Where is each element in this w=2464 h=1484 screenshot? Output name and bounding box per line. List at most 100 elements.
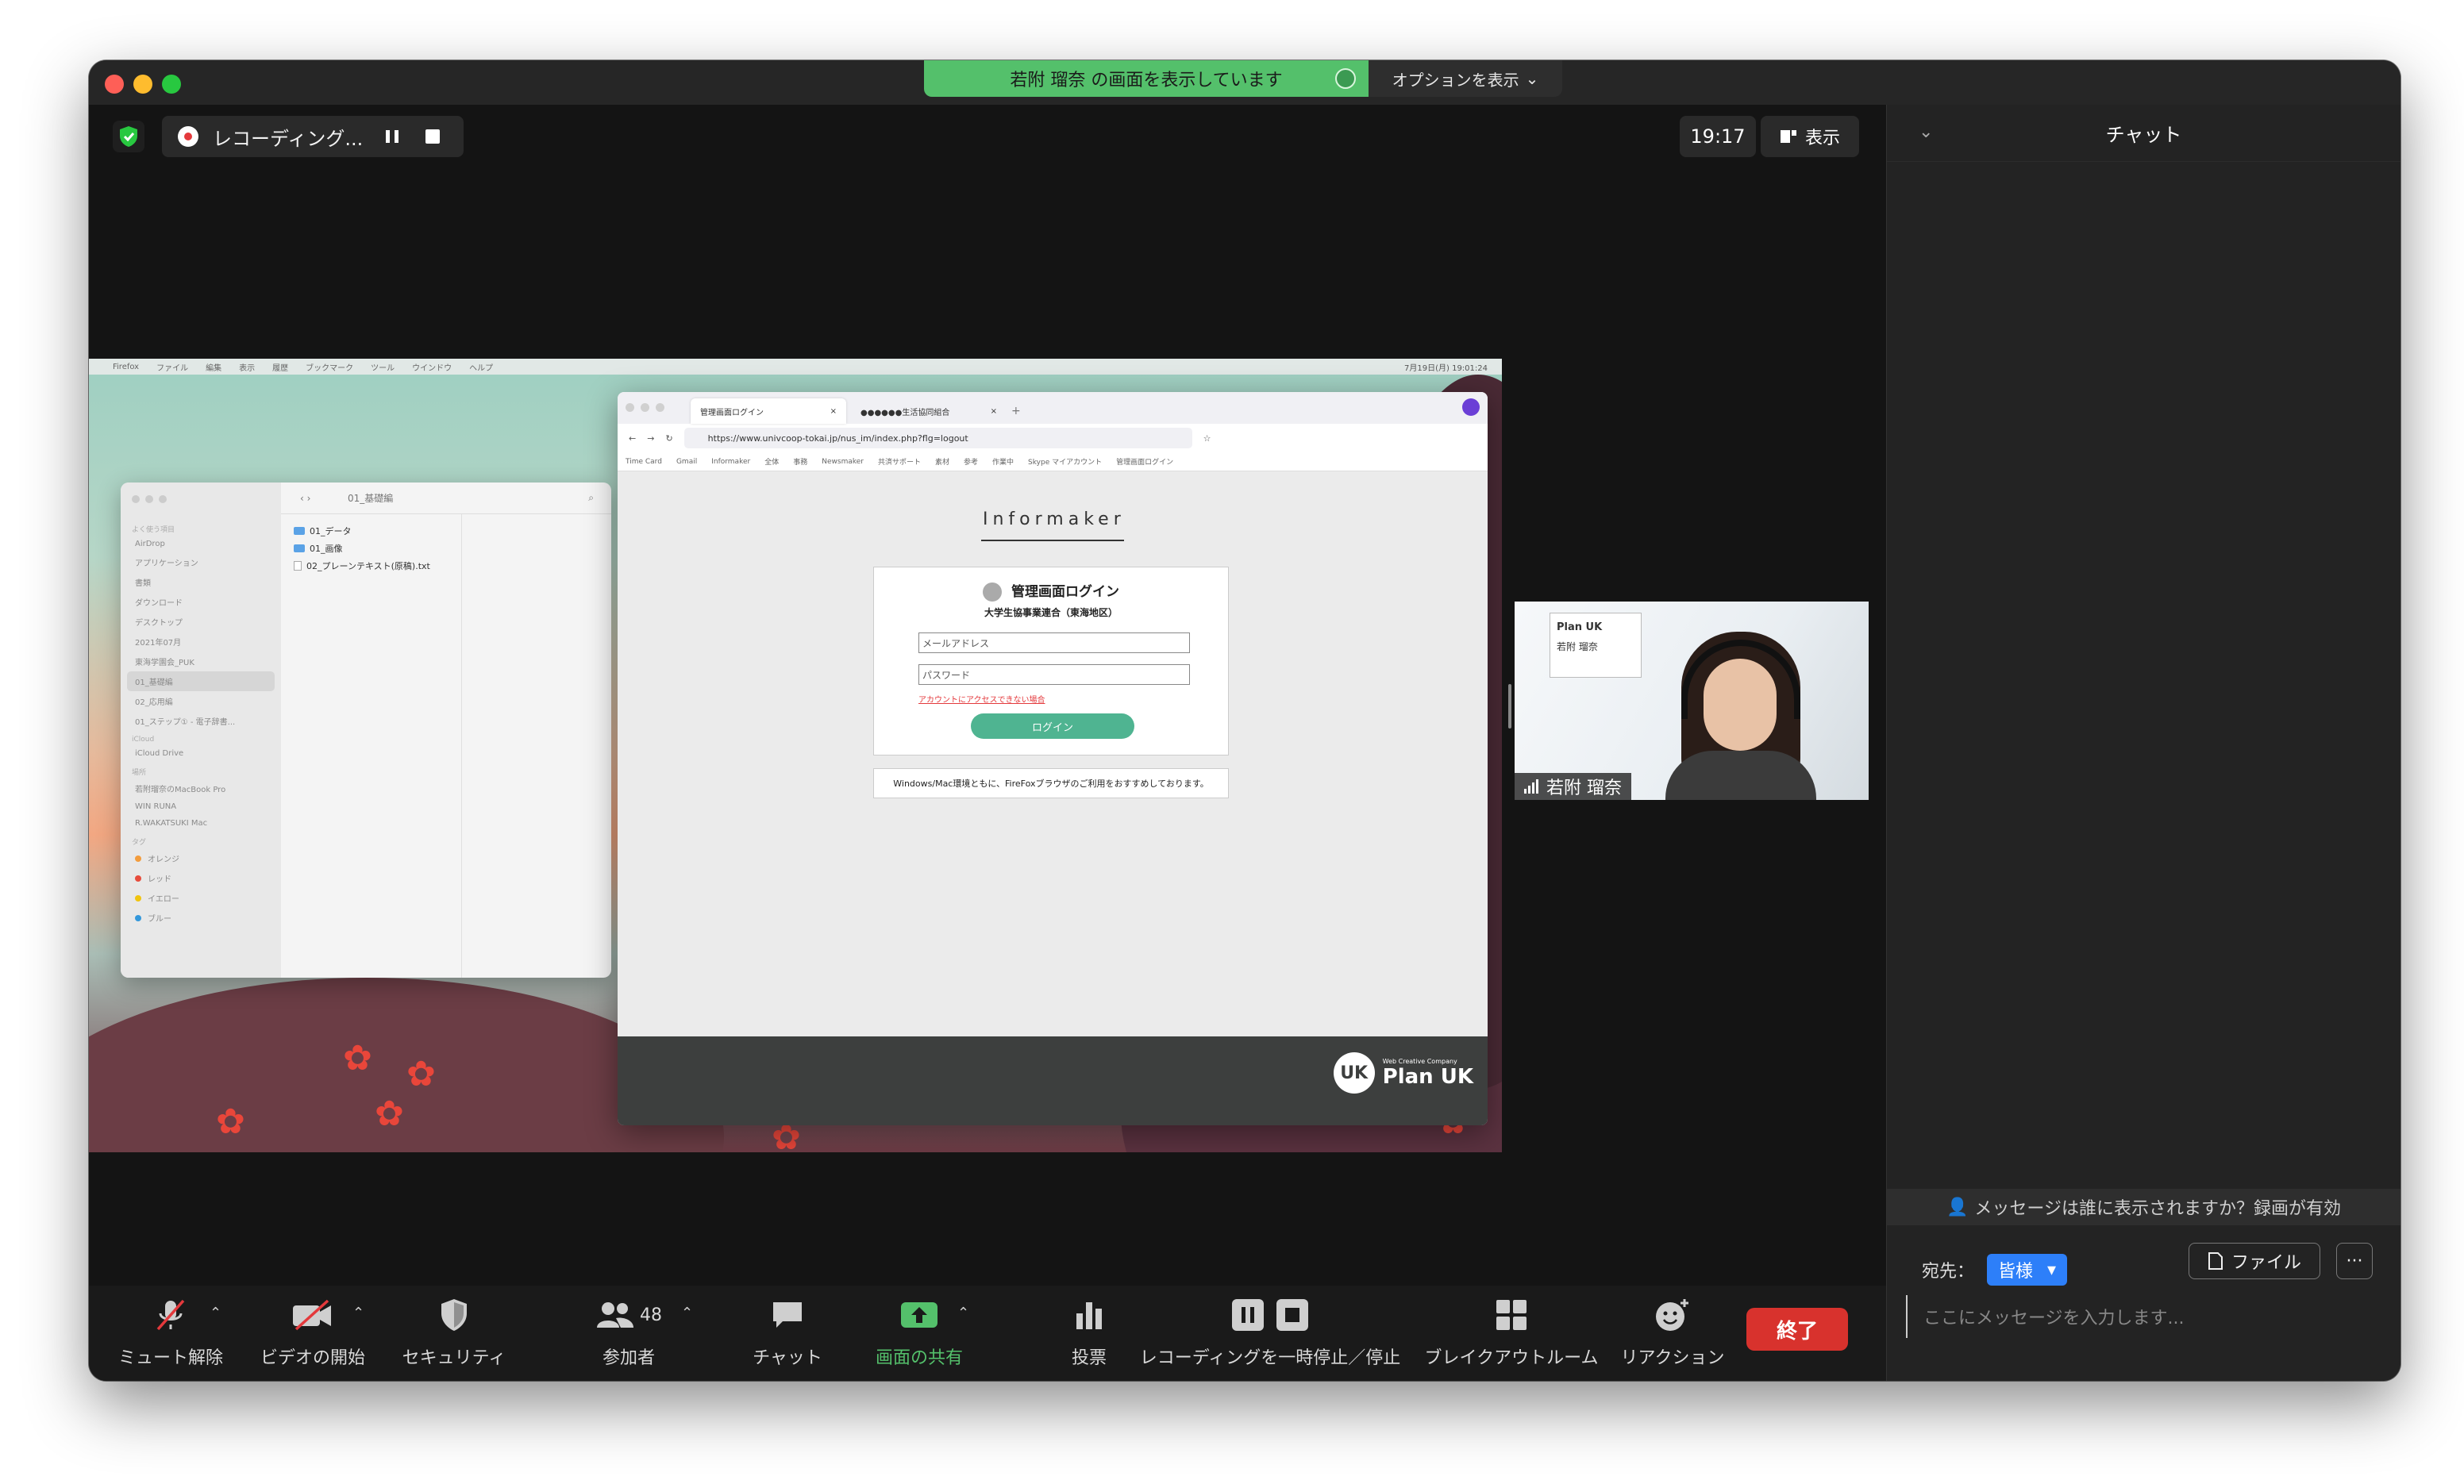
breakout-rooms-button[interactable]: ブレイクアウトルーム [1419, 1286, 1604, 1381]
menu-item[interactable]: ヘルプ [469, 361, 493, 373]
unmute-button[interactable]: ミュート解除 [110, 1286, 232, 1381]
chat-visibility-notice[interactable]: 👤 メッセージは誰に表示されますか？録画が有効 [1887, 1189, 2400, 1225]
bookmark-item[interactable]: 全体 [764, 456, 779, 467]
browser-tab[interactable]: ●●●●●●生活協同組合 × [851, 398, 1007, 424]
finder-close-button[interactable] [132, 495, 140, 503]
start-video-button[interactable]: ビデオの開始 [249, 1286, 376, 1381]
finder-sidebar-item[interactable]: アプリケーション [121, 552, 281, 572]
minimize-window-button[interactable] [133, 75, 152, 94]
reload-icon[interactable]: ↻ [665, 433, 672, 444]
bookmark-item[interactable]: Newsmaker [822, 458, 864, 466]
finder-sidebar-item[interactable]: ダウンロード [121, 592, 281, 612]
video-options-caret-icon[interactable]: ⌃ [352, 1305, 364, 1321]
file-button[interactable]: ファイル [2189, 1243, 2320, 1279]
bookmark-item[interactable]: Time Card [626, 458, 662, 466]
menu-item[interactable]: 編集 [206, 361, 221, 373]
finder-sidebar-item[interactable]: 東海学園会_PUK [121, 652, 281, 671]
bookmark-item[interactable]: 参考 [964, 456, 978, 467]
chat-label: チャット [753, 1348, 822, 1368]
security-button[interactable]: セキュリティ [391, 1286, 518, 1381]
end-meeting-button[interactable]: 終了 [1746, 1308, 1848, 1351]
new-tab-icon[interactable]: + [1011, 405, 1021, 417]
share-screen-button[interactable]: 画面の共有 [856, 1286, 983, 1381]
finder-sidebar-item[interactable]: 若附瑠奈のMacBook Pro [121, 779, 281, 798]
browser-close-button[interactable] [626, 403, 634, 412]
url-bar[interactable]: https://www.univcoop-tokai.jp/nus_im/ind… [683, 428, 1192, 448]
bookmark-item[interactable]: 共済サポート [878, 456, 921, 467]
finder-sidebar-item[interactable]: iCloud Drive [121, 745, 281, 762]
menu-item[interactable]: ツール [371, 361, 395, 373]
search-icon[interactable]: ⌕ [588, 492, 594, 504]
finder-sidebar-item[interactable]: AirDrop [121, 536, 281, 552]
view-options-button[interactable]: オプションを表示 ⌄ [1369, 60, 1562, 97]
finder-sidebar-item[interactable]: WIN RUNA [121, 798, 281, 815]
view-button[interactable]: 表示 [1761, 116, 1859, 157]
extension-icon[interactable] [1462, 398, 1480, 416]
file-row[interactable]: 01_画像 [281, 540, 461, 557]
close-tab-icon[interactable]: × [830, 407, 837, 416]
finder-minimize-button[interactable] [145, 495, 153, 503]
login-button[interactable]: ログイン [971, 713, 1134, 739]
browser-zoom-button[interactable] [656, 403, 664, 412]
file-row[interactable]: 01_データ [281, 522, 461, 540]
bookmark-star-icon[interactable]: ☆ [1203, 433, 1211, 444]
finder-tag-item[interactable]: オレンジ [121, 848, 281, 868]
bookmark-item[interactable]: Skype マイアカウント [1028, 456, 1102, 467]
participants-button[interactable]: 48 参加者 [581, 1286, 676, 1381]
finder-sidebar-item[interactable]: R.WAKATSUKI Mac [121, 815, 281, 832]
menu-item[interactable]: ブックマーク [306, 361, 353, 373]
finder-sidebar-item[interactable]: 01_ステップ① - 電子辞書... [121, 711, 281, 731]
email-field[interactable]: メールアドレス [918, 632, 1190, 653]
recipient-dropdown[interactable]: 皆様 ▾ [1987, 1254, 2068, 1286]
menu-item[interactable]: 表示 [239, 361, 255, 373]
finder-sidebar-item[interactable]: 02_応用編 [121, 691, 281, 711]
participants-options-caret-icon[interactable]: ⌃ [681, 1305, 693, 1321]
bookmark-item[interactable]: Gmail [676, 458, 697, 466]
menu-item[interactable]: Firefox [113, 363, 139, 371]
bookmark-item[interactable]: 事務 [793, 456, 807, 467]
close-window-button[interactable] [105, 75, 124, 94]
chat-message-input[interactable]: ここにメッセージを入力します... [1906, 1295, 2374, 1338]
more-options-button[interactable]: ··· [2336, 1243, 2373, 1279]
recording-controls-button[interactable]: レコーディングを一時停止／停止 [1121, 1286, 1419, 1381]
encryption-shield-icon[interactable] [113, 121, 144, 152]
menu-item[interactable]: ウインドウ [412, 361, 452, 373]
menu-item[interactable]: ファイル [156, 361, 188, 373]
bookmark-item[interactable]: Informaker [711, 458, 750, 466]
pause-recording-icon[interactable] [386, 130, 398, 143]
close-tab-icon[interactable]: × [991, 407, 997, 416]
finder-section-label: 場所 [132, 769, 147, 777]
finder-tag-item[interactable]: イエロー [121, 888, 281, 908]
browser-tab-active[interactable]: 管理画面ログイン × [691, 398, 846, 424]
finder-tag-item[interactable]: ブルー [121, 908, 281, 928]
menu-item[interactable]: 履歴 [272, 361, 288, 373]
finder-section-label: よく使う項目 [132, 526, 175, 534]
bookmark-item[interactable]: 作業中 [992, 456, 1014, 467]
reactions-button[interactable]: リアクション [1613, 1286, 1732, 1381]
chat-button[interactable]: チャット [740, 1286, 835, 1381]
finder-sidebar-item[interactable]: 2021年07月 [121, 632, 281, 652]
wallpaper-flower: ✿ [216, 1101, 245, 1142]
chevron-down-icon[interactable]: ⌄ [1919, 122, 1933, 142]
password-field[interactable]: パスワード [918, 664, 1190, 685]
forward-icon[interactable]: → [647, 433, 654, 444]
account-help-link[interactable]: アカウントにアクセスできない場合 [918, 693, 1045, 705]
back-icon[interactable]: ← [629, 433, 636, 444]
stop-recording-icon[interactable] [425, 129, 440, 144]
finder-sidebar-item[interactable]: 書類 [121, 572, 281, 592]
finder-item-label: イエロー [148, 895, 179, 904]
bookmark-item[interactable]: 管理画面ログイン [1116, 456, 1173, 467]
bookmark-item[interactable]: 素材 [935, 456, 949, 467]
share-options-caret-icon[interactable]: ⌃ [957, 1305, 969, 1321]
finder-zoom-button[interactable] [159, 495, 167, 503]
audio-options-caret-icon[interactable]: ⌃ [210, 1305, 221, 1321]
finder-sidebar-item[interactable]: デスクトップ [121, 612, 281, 632]
file-row[interactable]: 02_プレーンテキスト(原稿).txt [281, 557, 461, 575]
zoom-window-button[interactable] [162, 75, 181, 94]
browser-minimize-button[interactable] [641, 403, 649, 412]
nav-back-forward-icon[interactable]: ‹ › [300, 493, 310, 504]
splitter-handle[interactable] [1508, 684, 1511, 729]
participant-video-tile[interactable]: Plan UK 若附 瑠奈 若附 瑠奈 [1515, 602, 1869, 800]
finder-tag-item[interactable]: レッド [121, 868, 281, 888]
finder-sidebar-item-selected[interactable]: 01_基礎編 [127, 671, 275, 691]
